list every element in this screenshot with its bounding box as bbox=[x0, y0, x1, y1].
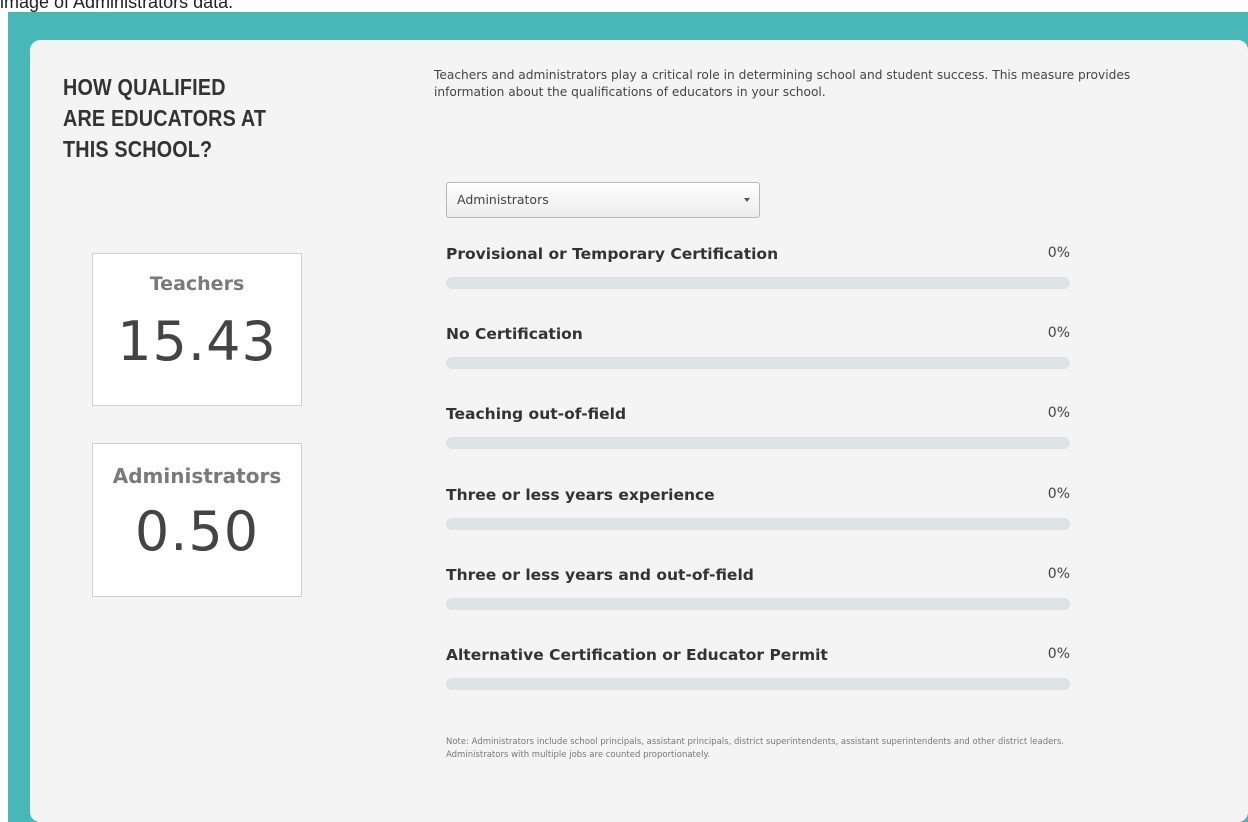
administrators-stat-box: Administrators 0.50 bbox=[92, 443, 302, 597]
metric-percent: 0% bbox=[1047, 245, 1070, 261]
metric-percent: 0% bbox=[1047, 405, 1070, 421]
footnote: Note: Administrators include school prin… bbox=[446, 737, 1064, 760]
metric-percent: 0% bbox=[1047, 325, 1070, 341]
teachers-stat-label: Teachers bbox=[149, 273, 245, 295]
metric-percent: 0% bbox=[1047, 566, 1070, 582]
teal-frame: HOW QUALIFIED ARE EDUCATORS AT THIS SCHO… bbox=[8, 12, 1248, 822]
chevron-down-icon bbox=[744, 198, 750, 202]
teachers-stat-value: 15.43 bbox=[117, 310, 277, 373]
metric-label: Alternative Certification or Educator Pe… bbox=[446, 646, 828, 664]
progress-bar-track bbox=[446, 357, 1070, 369]
metric-label: No Certification bbox=[446, 325, 583, 343]
dropdown-selected-value: Administrators bbox=[457, 192, 549, 207]
metric-label: Teaching out-of-field bbox=[446, 405, 627, 423]
educator-type-dropdown[interactable]: Administrators bbox=[446, 182, 760, 218]
progress-bar-track bbox=[446, 437, 1070, 449]
progress-bar-track bbox=[446, 277, 1070, 289]
progress-bar-track bbox=[446, 598, 1070, 610]
metric-label: Provisional or Temporary Certification bbox=[446, 245, 779, 263]
intro-text: Teachers and administrators play a criti… bbox=[434, 68, 1131, 99]
image-caption: image of Administrators data. bbox=[0, 0, 234, 12]
administrators-stat-label: Administrators bbox=[112, 464, 282, 488]
metric-percent: 0% bbox=[1047, 486, 1070, 502]
teachers-stat-box: Teachers 15.43 bbox=[92, 253, 302, 406]
administrators-stat-value: 0.50 bbox=[134, 500, 260, 563]
educator-qualifications-card: HOW QUALIFIED ARE EDUCATORS AT THIS SCHO… bbox=[30, 40, 1248, 822]
section-heading: HOW QUALIFIED ARE EDUCATORS AT THIS SCHO… bbox=[63, 74, 267, 162]
progress-bar-track bbox=[446, 518, 1070, 530]
metric-percent: 0% bbox=[1047, 646, 1070, 662]
progress-bar-track bbox=[446, 678, 1070, 690]
metric-label: Three or less years experience bbox=[446, 486, 715, 504]
metric-label: Three or less years and out-of-field bbox=[446, 566, 754, 584]
